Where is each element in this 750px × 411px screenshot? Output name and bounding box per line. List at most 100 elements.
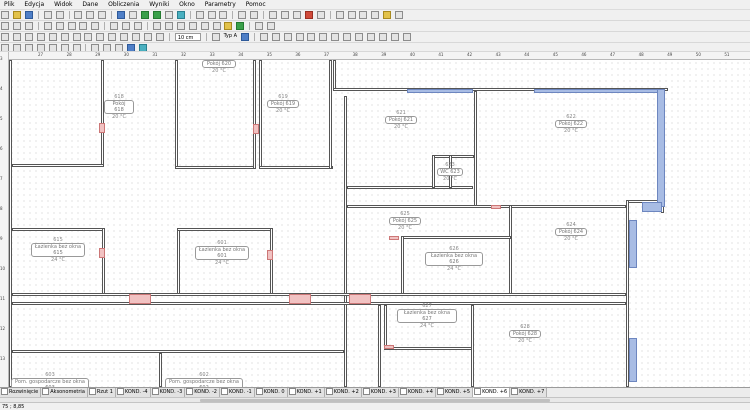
wall[interactable] <box>259 60 262 169</box>
wall[interactable] <box>474 91 477 206</box>
extend-icon[interactable] <box>96 33 105 41</box>
dimension-icon[interactable] <box>255 22 264 30</box>
tab-kond--4[interactable]: KOND. -4 <box>115 388 151 397</box>
curve-icon[interactable] <box>259 33 268 41</box>
drawing-canvas[interactable]: 618 Pokój 618 20 °C 619 Pokój 619 20 °C … <box>9 60 750 387</box>
wall[interactable] <box>401 236 511 239</box>
menu-calculations[interactable]: Obliczenia <box>104 0 143 9</box>
type-select-icon[interactable] <box>240 33 249 41</box>
delete-icon[interactable] <box>155 33 164 41</box>
stop-icon[interactable] <box>304 11 313 19</box>
wall[interactable] <box>159 353 162 387</box>
zoom-window-icon[interactable] <box>335 11 344 19</box>
calculate-all-icon[interactable] <box>152 11 161 19</box>
room-label-627[interactable]: 627 Łazienka bez okna 627 24 °C <box>397 303 457 329</box>
wall[interactable] <box>12 164 104 167</box>
grid-icon[interactable] <box>117 11 126 19</box>
open-icon[interactable] <box>12 11 21 19</box>
draw-rect-icon[interactable] <box>12 33 21 41</box>
tree-icon[interactable] <box>207 11 216 19</box>
wall[interactable] <box>12 293 626 296</box>
room-label-623[interactable]: 623 WC 623 20 °C <box>437 162 463 182</box>
tab-kond-+2[interactable]: KOND. +2 <box>324 388 362 397</box>
wall[interactable] <box>432 155 474 158</box>
select-icon[interactable] <box>371 11 380 19</box>
pan-icon[interactable] <box>347 11 356 19</box>
preview-icon[interactable] <box>55 11 64 19</box>
join-icon[interactable] <box>108 33 117 41</box>
properties-icon[interactable] <box>395 11 404 19</box>
pencil-icon[interactable] <box>211 33 220 41</box>
mirror-icon[interactable] <box>72 33 81 41</box>
door[interactable] <box>491 205 501 209</box>
wall[interactable] <box>253 60 256 169</box>
measure-icon[interactable] <box>359 11 368 19</box>
wall[interactable] <box>329 60 332 169</box>
door-icon[interactable] <box>176 22 185 30</box>
room-label-615[interactable]: 615 Łazienka bez okna 615 24 °C <box>31 237 85 263</box>
zoom-out-icon[interactable] <box>55 22 64 30</box>
wall[interactable] <box>384 347 474 350</box>
wall[interactable] <box>177 228 180 296</box>
wall[interactable] <box>270 228 273 296</box>
perpendicular-icon[interactable] <box>295 33 304 41</box>
split-icon[interactable] <box>120 33 129 41</box>
quadrant-icon[interactable] <box>379 33 387 41</box>
snap-icon[interactable] <box>122 22 131 30</box>
pointer-icon[interactable] <box>1 22 9 30</box>
wall[interactable] <box>471 305 474 387</box>
room-label-628[interactable]: 628 Pokój 628 20 °C <box>509 324 541 344</box>
report-icon[interactable] <box>219 11 228 19</box>
stair-icon[interactable] <box>212 22 221 30</box>
checkbox-icon[interactable] <box>60 44 69 51</box>
wall[interactable] <box>259 166 333 169</box>
floor-icon[interactable] <box>91 44 100 51</box>
wall[interactable] <box>347 186 473 189</box>
room-label-619[interactable]: 619 Pokój 619 20 °C <box>267 94 299 114</box>
room-label-602[interactable]: 602 Pom. gospodarcze bez okna 602 <box>165 372 243 387</box>
wall[interactable] <box>175 166 255 169</box>
wall[interactable] <box>432 155 435 188</box>
room-label-603[interactable]: 603 Pom. gospodarcze bez okna 603 <box>11 372 89 387</box>
tab-kond--2[interactable]: KOND. -2 <box>185 388 220 397</box>
zoom-all-icon[interactable] <box>79 22 88 30</box>
room-label-618[interactable]: 618 Pokój 618 20 °C <box>104 94 134 120</box>
door[interactable] <box>289 294 311 304</box>
menu-file[interactable]: Plik <box>0 0 18 9</box>
cut-icon[interactable] <box>74 11 83 19</box>
roof-icon[interactable] <box>115 44 124 51</box>
zoom-in-icon[interactable] <box>43 22 52 30</box>
door[interactable] <box>129 294 151 304</box>
wall-icon[interactable] <box>152 22 161 30</box>
layer-visible-icon[interactable] <box>12 44 21 51</box>
offset-icon[interactable] <box>60 33 69 41</box>
menu-edit[interactable]: Edycja <box>20 0 48 9</box>
list-icon[interactable] <box>195 11 204 19</box>
refresh-icon[interactable] <box>110 22 119 30</box>
column-icon[interactable] <box>200 22 209 30</box>
wall[interactable] <box>102 228 105 296</box>
copy-object-icon[interactable] <box>144 33 153 41</box>
window[interactable] <box>657 89 665 207</box>
room-label-601[interactable]: 601 Łazienka bez okna 601 24 °C <box>195 240 249 266</box>
door[interactable] <box>389 236 399 240</box>
draw-arc-icon[interactable] <box>36 33 45 41</box>
heater-icon[interactable] <box>236 22 245 30</box>
checkbox-icon[interactable] <box>48 44 57 51</box>
ortho-icon[interactable] <box>134 22 143 30</box>
align-icon[interactable] <box>269 11 278 19</box>
angle-icon[interactable] <box>271 33 280 41</box>
section-icon[interactable] <box>267 22 276 30</box>
highlight-icon[interactable] <box>383 11 392 19</box>
room-label-621[interactable]: 621 Pokój 621 20 °C <box>385 110 417 130</box>
room-label-626[interactable]: 626 Łazienka bez okna 626 24 °C <box>425 246 483 272</box>
menu-parameters[interactable]: Parametry <box>201 0 240 9</box>
distribute-icon[interactable] <box>280 11 289 19</box>
tab-kond--1[interactable]: KOND. -1 <box>220 388 255 397</box>
arrange-icon[interactable] <box>292 11 301 19</box>
draw-line-icon[interactable] <box>1 33 9 41</box>
zoom-combo[interactable]: 10 cm <box>174 33 201 41</box>
move-icon[interactable] <box>132 33 141 41</box>
menu-results[interactable]: Wyniki <box>145 0 173 9</box>
tab-aksonometria[interactable]: Aksonometria <box>41 388 88 397</box>
